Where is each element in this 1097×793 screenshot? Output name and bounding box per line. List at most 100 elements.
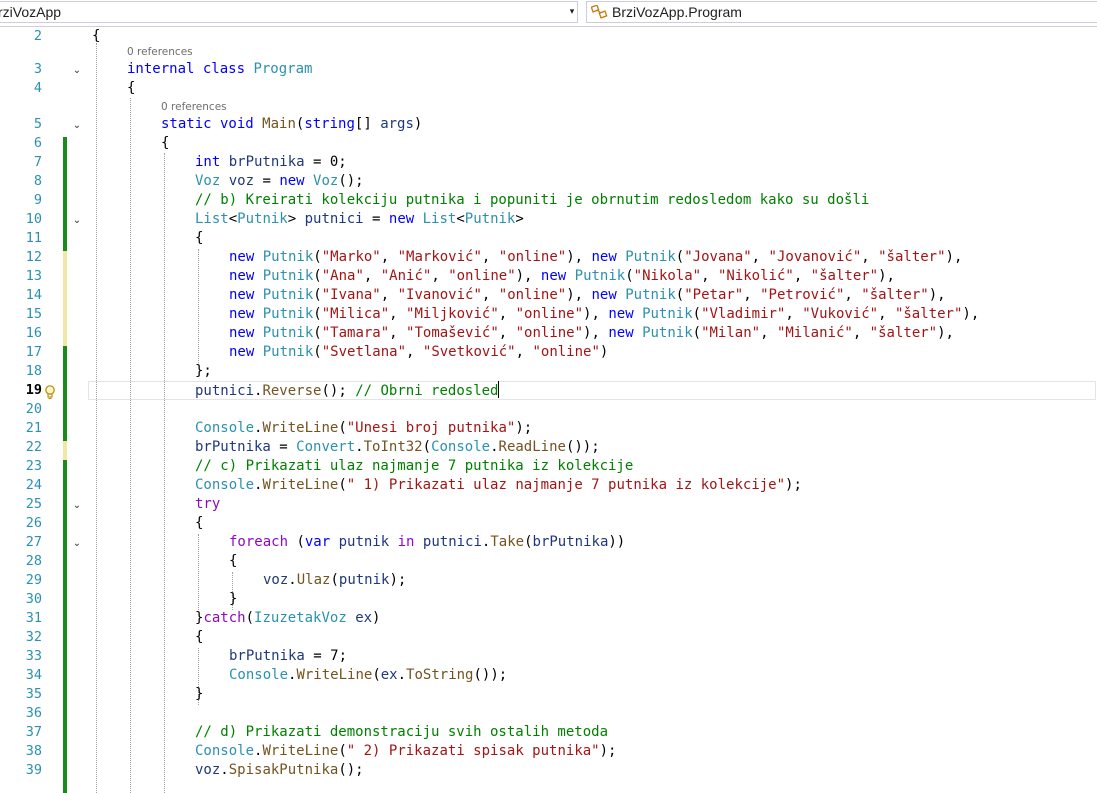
code-token: ex	[355, 610, 373, 626]
code-token: WriteLine	[262, 420, 339, 436]
code-token: (	[313, 268, 322, 284]
code-token: []	[354, 116, 381, 132]
code-token: new	[229, 249, 263, 265]
code-token: "Ana"	[321, 268, 364, 284]
code-line[interactable]: 23 // c) Prikazati ulaz najmanje 7 putnik…	[0, 457, 1097, 476]
code-line[interactable]: 37 // d) Prikazati demonstraciju svih ost…	[0, 723, 1097, 742]
code-line[interactable]: 14 new Putnik("Ivana", "Ivanović", "onlin…	[0, 286, 1097, 305]
code-token: Putnik	[262, 306, 314, 322]
code-line[interactable]: 15 new Putnik("Milica", "Miljković", "onl…	[0, 305, 1097, 324]
code-token: ),	[928, 287, 946, 303]
code-line[interactable]: 27 foreach (var putnik in putnici.Take(br…	[0, 533, 1097, 552]
code-token: new	[608, 325, 643, 341]
code-token: (	[313, 287, 322, 303]
code-line[interactable]: 18};	[0, 362, 1097, 381]
code-line[interactable]: 16 new Putnik("Tamara", "Tomašević", "onl…	[0, 324, 1097, 343]
line-number: 17	[25, 344, 42, 360]
codelens-references[interactable]: 0 references	[161, 100, 227, 114]
code-token: "online"	[498, 287, 567, 303]
code-token: ),	[583, 306, 609, 322]
line-number: 34	[25, 667, 42, 683]
code-line[interactable]: 3 internal class Program	[0, 60, 1097, 79]
code-token: Putnik	[262, 268, 314, 284]
code-token: Putnik	[262, 325, 314, 341]
line-number: 33	[25, 648, 42, 664]
member-dropdown[interactable]: BrziVozApp.Program	[586, 1, 1097, 23]
text-caret	[498, 381, 500, 398]
code-token: "Milan"	[701, 325, 761, 341]
line-number: 22	[25, 439, 42, 455]
code-token: )	[599, 344, 609, 360]
code-token: ,	[389, 325, 407, 341]
code-text: };	[195, 362, 212, 381]
code-line[interactable]: 29 voz.Ulaz(putnik);	[0, 571, 1097, 590]
code-line[interactable]: 19 putnici.Reverse(); // Obrni redosled	[0, 381, 1097, 400]
code-line[interactable]: 4{	[0, 79, 1097, 98]
code-token: "Ivanović"	[397, 287, 482, 303]
code-token: Putnik	[262, 287, 314, 303]
code-line[interactable]: 39 voz.SpisakPutnika();	[0, 761, 1097, 780]
code-token: catch	[203, 610, 246, 626]
code-line[interactable]: 2{	[0, 27, 1097, 46]
code-line[interactable]: 9 // b) Kreirati kolekciju putnika i popu…	[0, 191, 1097, 210]
codelens-references[interactable]: 0 references	[127, 45, 193, 59]
code-line[interactable]: 7 int brPutnika = 0;	[0, 153, 1097, 172]
code-line[interactable]: 11 {	[0, 229, 1097, 248]
code-line[interactable]: 30}	[0, 590, 1097, 609]
code-token: "šalter"	[810, 268, 879, 284]
code-line[interactable]: 20	[0, 400, 1097, 419]
project-dropdown[interactable]: rziVozApp	[0, 1, 578, 23]
code-line[interactable]: 32 {	[0, 628, 1097, 647]
code-token: (	[338, 477, 347, 493]
code-text: new Putnik("Tamara", "Tomašević", "onlin…	[229, 324, 954, 343]
code-text: static void Main(string[] args)	[161, 115, 422, 134]
code-line[interactable]: 24 Console.WriteLine(" 1) Prikazati ulaz …	[0, 476, 1097, 495]
code-token: ,	[743, 287, 761, 303]
code-token: new	[229, 287, 263, 303]
code-editor[interactable]: ⌄ ⌄ ⌄ ⌄ ⌄ 0 references 0 references 2{3 i…	[0, 27, 1097, 793]
code-line[interactable]: 22 brPutnika = Convert.ToInt32(Console.Re…	[0, 438, 1097, 457]
code-line[interactable]: 5 static void Main(string[] args)	[0, 115, 1097, 134]
code-line[interactable]: 26 {	[0, 514, 1097, 533]
line-number: 16	[25, 325, 42, 341]
code-token: " 2) Prikazati spisak putnika"	[346, 743, 600, 759]
code-text: new Putnik("Marko", "Marković", "online"…	[229, 248, 962, 267]
code-text: Console.WriteLine(" 1) Prikazati ulaz na…	[195, 476, 802, 495]
code-token: Putnik	[625, 249, 676, 265]
code-line[interactable]: 10 List<Putnik> putnici = new List<Putnik…	[0, 210, 1097, 229]
code-token: ,	[760, 325, 777, 341]
code-text: {	[229, 552, 237, 571]
code-line[interactable]: 6{	[0, 134, 1097, 153]
code-token: "Milica"	[321, 306, 390, 322]
code-token: (	[288, 534, 305, 550]
code-token: ,	[363, 268, 381, 284]
code-line[interactable]: 12 new Putnik("Marko", "Marković", "onlin…	[0, 248, 1097, 267]
code-token: voz	[228, 173, 255, 189]
code-line[interactable]: 35}	[0, 685, 1097, 704]
code-token: brPutnika	[532, 534, 609, 550]
code-line[interactable]: 13 new Putnik("Ana", "Anić", "online"), n…	[0, 267, 1097, 286]
code-line[interactable]: 36	[0, 704, 1097, 723]
code-token: ,	[406, 344, 423, 360]
code-token: Take	[490, 534, 525, 550]
code-line[interactable]: 31}catch(IzuzetakVoz ex)	[0, 609, 1097, 628]
code-line[interactable]: 25 try	[0, 495, 1097, 514]
code-line[interactable]: 28 {	[0, 552, 1097, 571]
code-token: Putnik	[262, 344, 314, 360]
code-token: (	[313, 306, 322, 322]
chevron-down-icon[interactable]: ▾	[566, 2, 578, 22]
code-line[interactable]: 38 Console.WriteLine(" 2) Prikazati spisa…	[0, 742, 1097, 761]
code-token: List	[422, 211, 457, 227]
code-line[interactable]: 21 Console.WriteLine("Unesi broj putnika"…	[0, 419, 1097, 438]
project-name: rziVozApp	[0, 4, 62, 20]
code-token: "Petrović"	[760, 287, 845, 303]
code-token: foreach	[229, 534, 289, 550]
code-line[interactable]: 33 brPutnika = 7;	[0, 647, 1097, 666]
code-text: voz.SpisakPutnika();	[195, 761, 364, 780]
line-number: 15	[25, 306, 42, 322]
code-token: )	[413, 116, 423, 132]
code-line[interactable]: 34 Console.WriteLine(ex.ToString());	[0, 666, 1097, 685]
code-line[interactable]: 17 new Putnik("Svetlana", "Svetković", "o…	[0, 343, 1097, 362]
code-line[interactable]: 8 Voz voz = new Voz();	[0, 172, 1097, 191]
code-token: new	[229, 268, 263, 284]
